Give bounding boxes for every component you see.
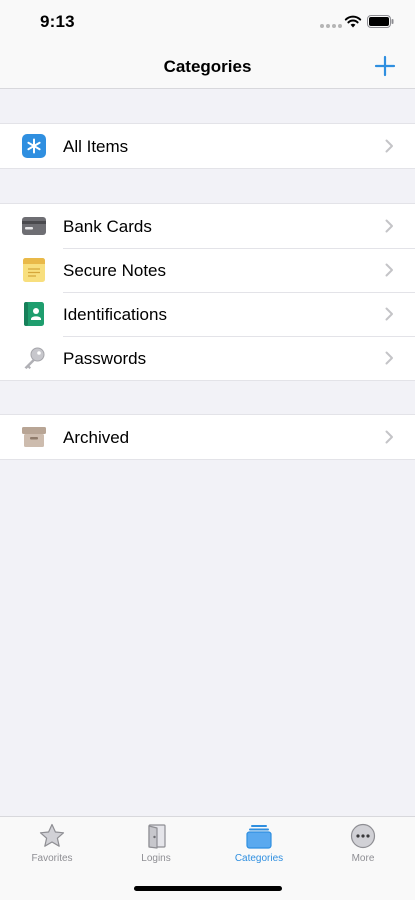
chevron-right-icon — [385, 219, 393, 233]
navigation-bar: Categories — [0, 44, 415, 89]
door-icon — [148, 824, 166, 849]
category-label: Identifications — [63, 305, 167, 324]
chevron-right-icon — [385, 307, 393, 321]
ellipsis-icon — [350, 823, 376, 849]
category-label: Bank Cards — [63, 217, 152, 236]
section-archived: Archived — [0, 414, 415, 460]
tab-more[interactable]: More — [311, 817, 415, 867]
credit-card-icon — [22, 217, 46, 235]
section-all-items: All Items — [0, 123, 415, 169]
tab-favorites[interactable]: Favorites — [0, 817, 104, 867]
category-row-identifications[interactable]: Identifications — [0, 292, 415, 336]
status-bar: 9:13 — [0, 0, 415, 44]
tab-categories[interactable]: Categories — [207, 817, 311, 867]
category-label: Secure Notes — [63, 261, 166, 280]
add-button[interactable] — [373, 54, 397, 78]
category-row-bank-cards[interactable]: Bank Cards — [0, 204, 415, 248]
tab-label: More — [351, 853, 375, 864]
tab-bar: Favorites Logins Categories More — [0, 816, 415, 900]
chevron-right-icon — [385, 139, 393, 153]
category-label: Passwords — [63, 349, 147, 368]
section-item-types: Bank Cards Secure Notes Identifications … — [0, 203, 415, 381]
screen: 9:13 Categories All Items Bank Cards Sec… — [0, 0, 415, 900]
home-indicator[interactable] — [134, 886, 282, 891]
category-row-archived[interactable]: Archived — [0, 415, 415, 459]
tab-logins[interactable]: Logins — [104, 817, 208, 867]
tab-label: Logins — [141, 853, 171, 864]
page-title: Categories — [163, 57, 252, 76]
category-row-passwords[interactable]: Passwords — [0, 336, 415, 380]
key-icon — [24, 347, 45, 369]
star-icon — [39, 823, 65, 847]
note-icon — [23, 258, 45, 282]
wifi-icon — [344, 15, 362, 28]
status-time: 9:13 — [40, 12, 75, 31]
chevron-right-icon — [385, 430, 393, 444]
stack-icon — [246, 825, 272, 849]
tab-label: Favorites — [31, 853, 73, 864]
category-label: All Items — [63, 137, 129, 156]
cellular-signal-icon — [320, 24, 342, 28]
battery-icon — [367, 15, 394, 28]
chevron-right-icon — [385, 263, 393, 277]
archive-box-icon — [22, 427, 46, 447]
id-card-icon — [24, 302, 44, 326]
chevron-right-icon — [385, 351, 393, 365]
tab-label: Categories — [234, 853, 284, 864]
category-row-all-items[interactable]: All Items — [0, 124, 415, 168]
category-row-secure-notes[interactable]: Secure Notes — [0, 248, 415, 292]
asterisk-icon — [22, 134, 46, 158]
category-label: Archived — [63, 428, 130, 447]
